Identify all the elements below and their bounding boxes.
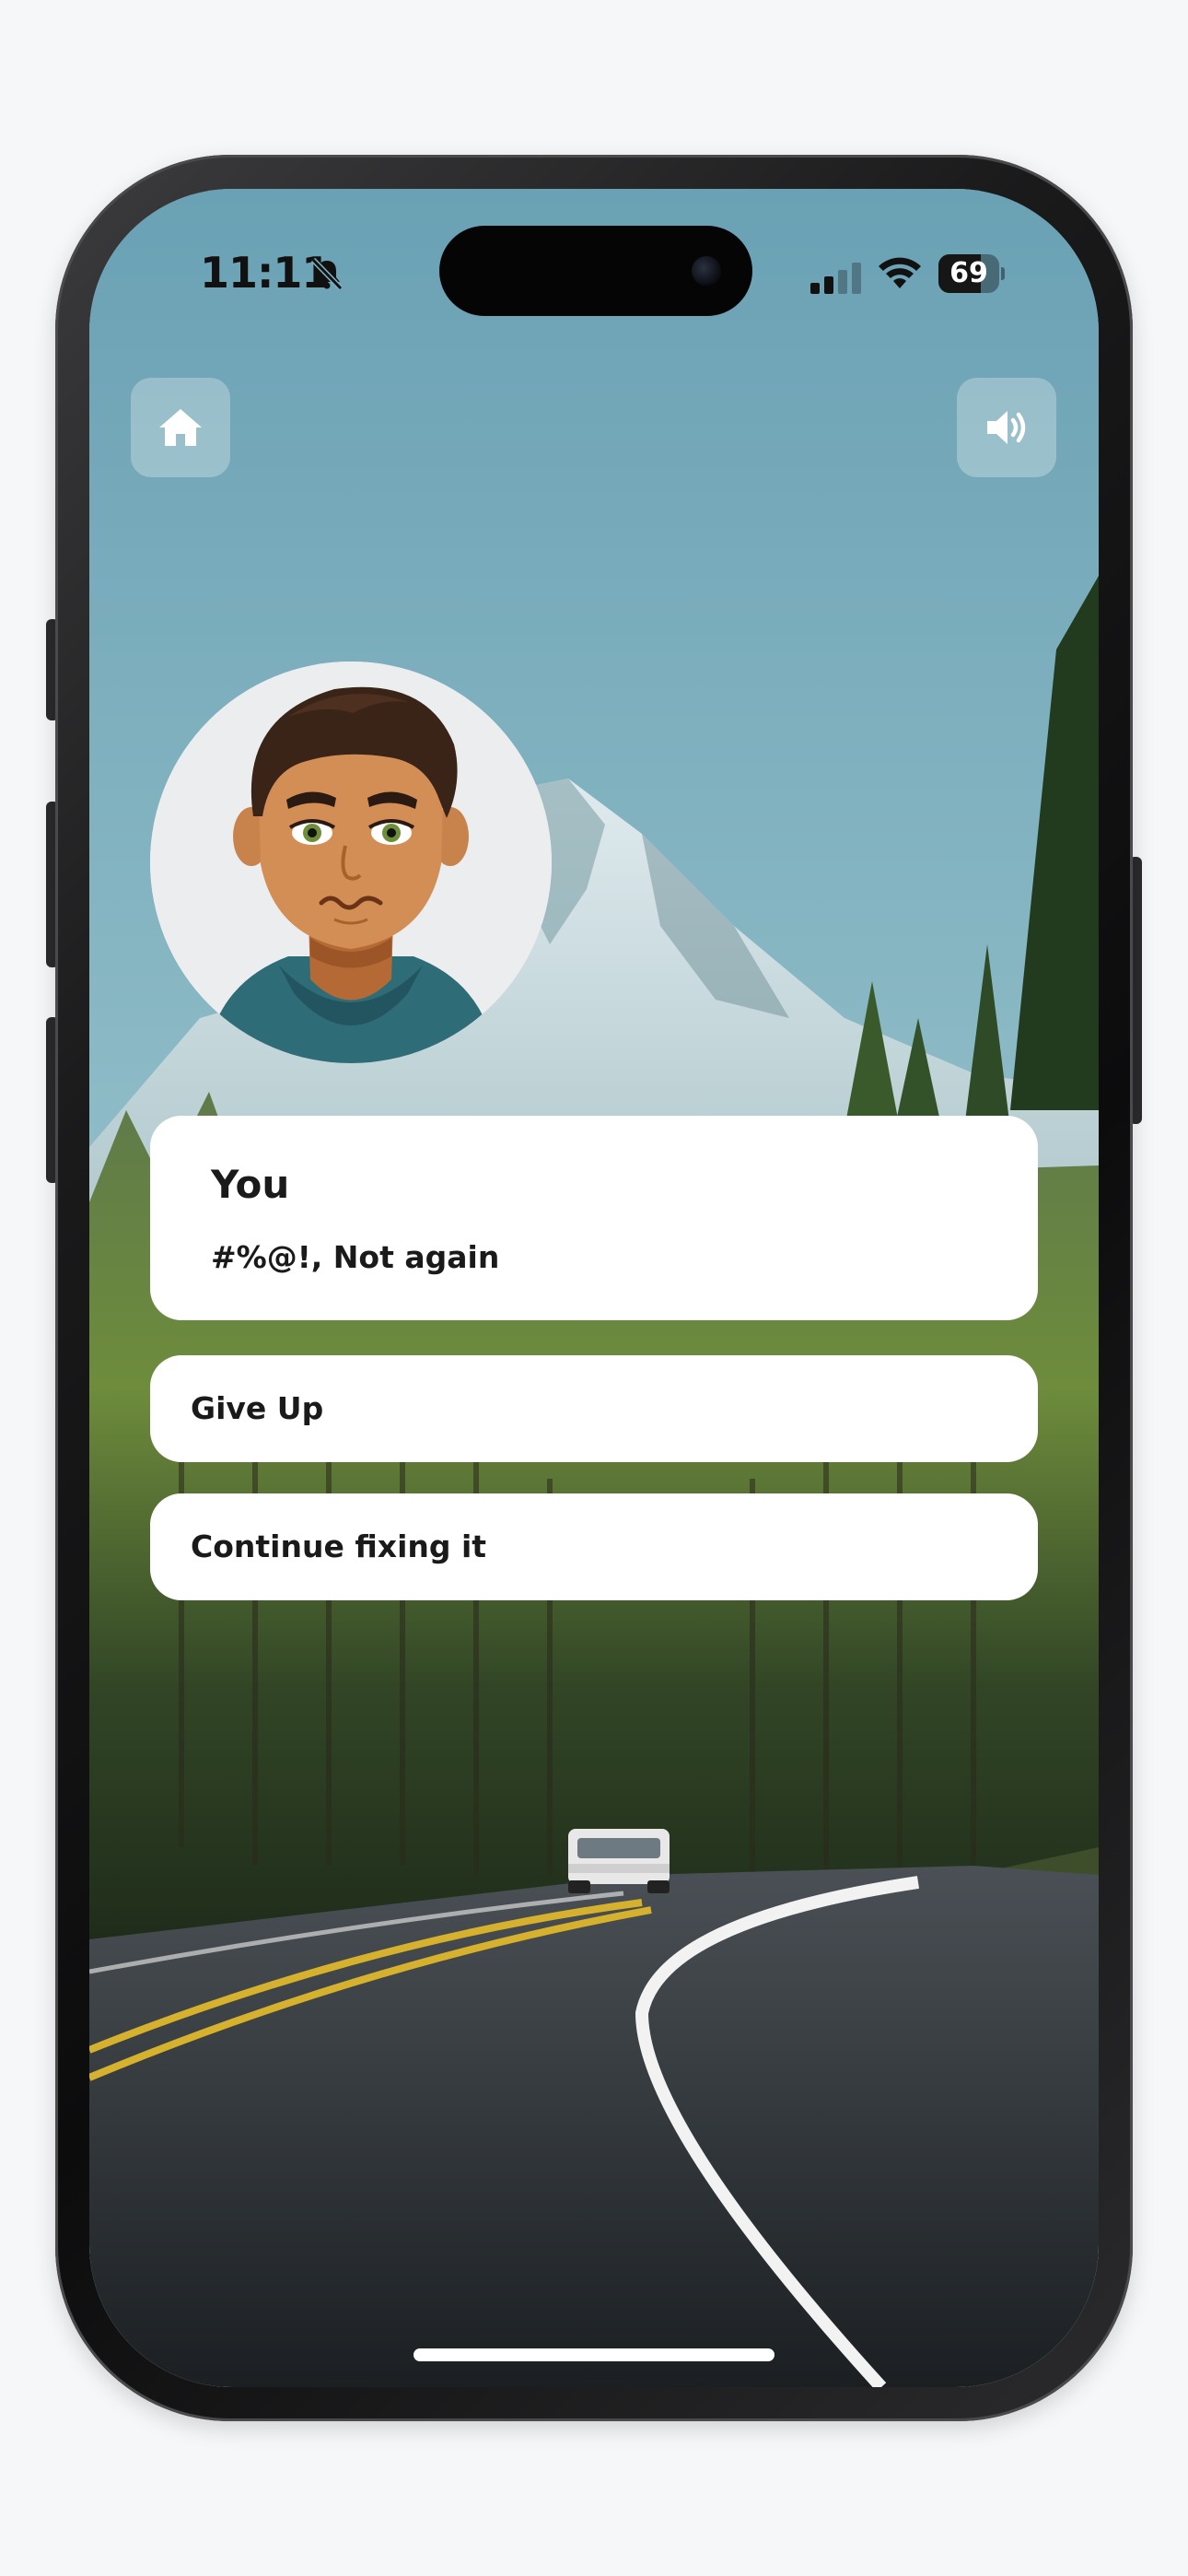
bell-slash-icon — [310, 257, 344, 291]
character-portrait — [150, 662, 552, 1063]
page: 11:11 69 You #%@!, Not again Give Up Con… — [0, 0, 1188, 2576]
dialogue-card: You #%@!, Not again — [150, 1116, 1038, 1320]
choice-give-up-button[interactable]: Give Up — [150, 1355, 1038, 1462]
battery-level: 69 — [949, 257, 988, 289]
choice-continue-fixing-button[interactable]: Continue fixing it — [150, 1493, 1038, 1600]
truck — [568, 1829, 670, 1893]
sound-button[interactable] — [957, 378, 1056, 477]
dialogue-line: #%@!, Not again — [211, 1239, 500, 1275]
speaker-name: You — [211, 1162, 290, 1207]
home-button[interactable] — [131, 378, 230, 477]
choice-label: Continue fixing it — [191, 1528, 487, 1564]
cellular-signal-icon — [810, 263, 861, 294]
dynamic-island — [439, 226, 752, 316]
battery-cap — [1001, 267, 1005, 280]
battery-body: 69 — [938, 254, 999, 293]
home-indicator[interactable] — [413, 2348, 775, 2361]
choice-label: Give Up — [191, 1390, 324, 1426]
screen: 11:11 69 You #%@!, Not again Give Up Con… — [89, 189, 1099, 2387]
home-icon — [159, 409, 202, 446]
character-avatar — [150, 662, 552, 1063]
speaker-volume-icon — [987, 411, 1026, 444]
front-camera — [692, 256, 721, 286]
wifi-icon — [879, 257, 921, 288]
battery-icon: 69 — [938, 254, 1005, 293]
